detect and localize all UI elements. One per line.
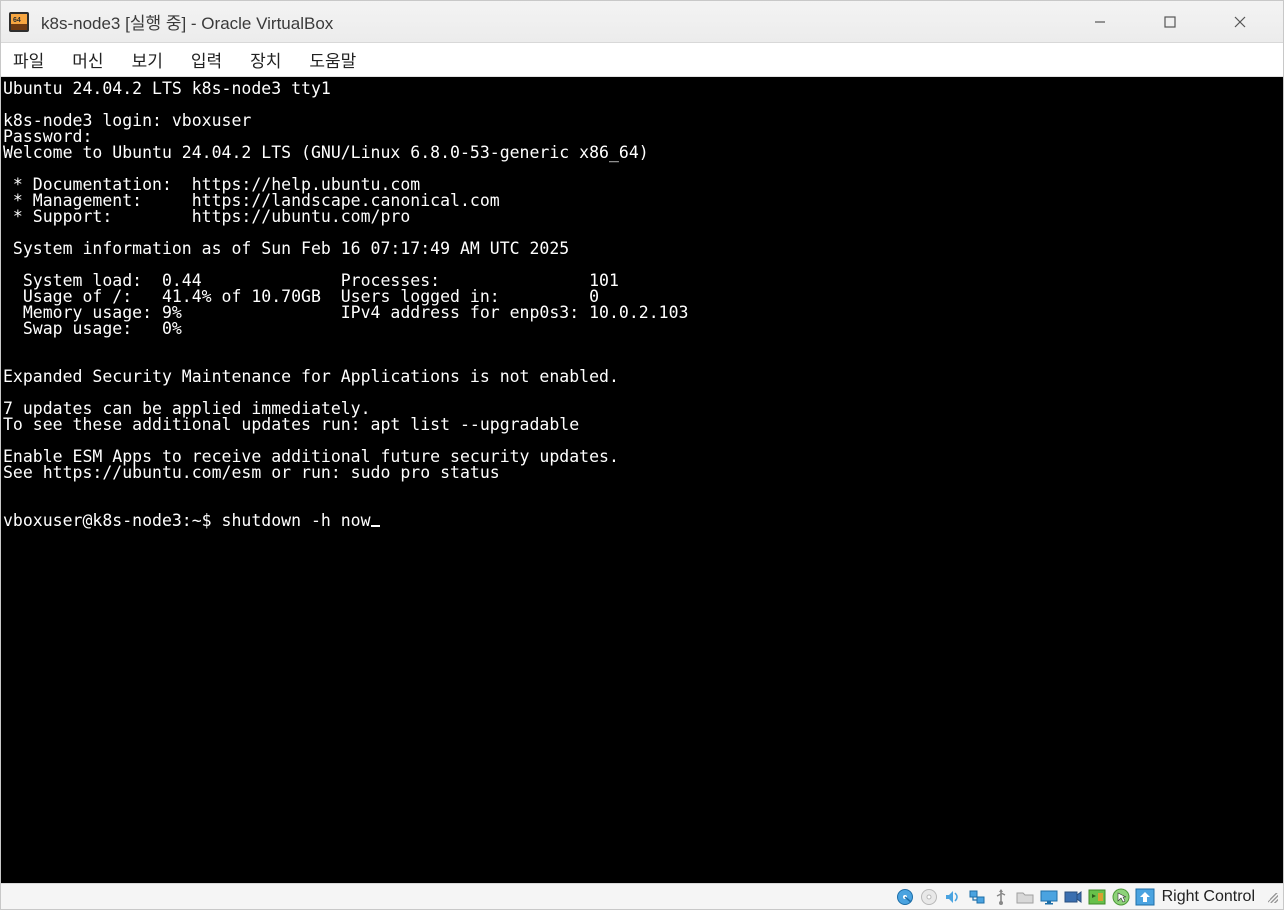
vm-window: 64 k8s-node3 [실행 중] - Oracle VirtualBox … [0,0,1284,910]
host-key-label[interactable]: Right Control [1158,888,1261,906]
terminal-output[interactable]: Ubuntu 24.04.2 LTS k8s-node3 tty1 k8s-no… [1,77,1283,883]
menu-help[interactable]: 도움말 [309,47,356,72]
terminal-cursor [371,525,380,527]
menu-machine[interactable]: 머신 [72,47,103,72]
statusbar: Right Control [1,883,1283,909]
optical-icon[interactable] [918,887,940,907]
close-button[interactable] [1217,6,1263,38]
app-icon: 64 [7,10,31,34]
menu-view[interactable]: 보기 [132,47,163,72]
menu-file[interactable]: 파일 [13,47,44,72]
maximize-button[interactable] [1147,6,1193,38]
svg-text:64: 64 [13,17,21,24]
menu-devices[interactable]: 장치 [250,47,281,72]
titlebar: 64 k8s-node3 [실행 중] - Oracle VirtualBox [1,1,1283,43]
menu-input[interactable]: 입력 [191,47,222,72]
usb-icon[interactable] [990,887,1012,907]
display-icon[interactable] [1038,887,1060,907]
resize-grip[interactable] [1265,890,1279,904]
keyboard-capture-icon[interactable] [1134,887,1156,907]
window-controls [1077,6,1277,38]
audio-icon[interactable] [942,887,964,907]
recording-icon[interactable] [1062,887,1084,907]
network-icon[interactable] [966,887,988,907]
menubar: 파일 머신 보기 입력 장치 도움말 [1,43,1283,77]
minimize-button[interactable] [1077,6,1123,38]
window-title: k8s-node3 [실행 중] - Oracle VirtualBox [41,9,333,34]
harddisk-icon[interactable] [894,887,916,907]
shared-folder-icon[interactable] [1014,887,1036,907]
guest-additions-icon[interactable] [1086,887,1108,907]
mouse-integration-icon[interactable] [1110,887,1132,907]
